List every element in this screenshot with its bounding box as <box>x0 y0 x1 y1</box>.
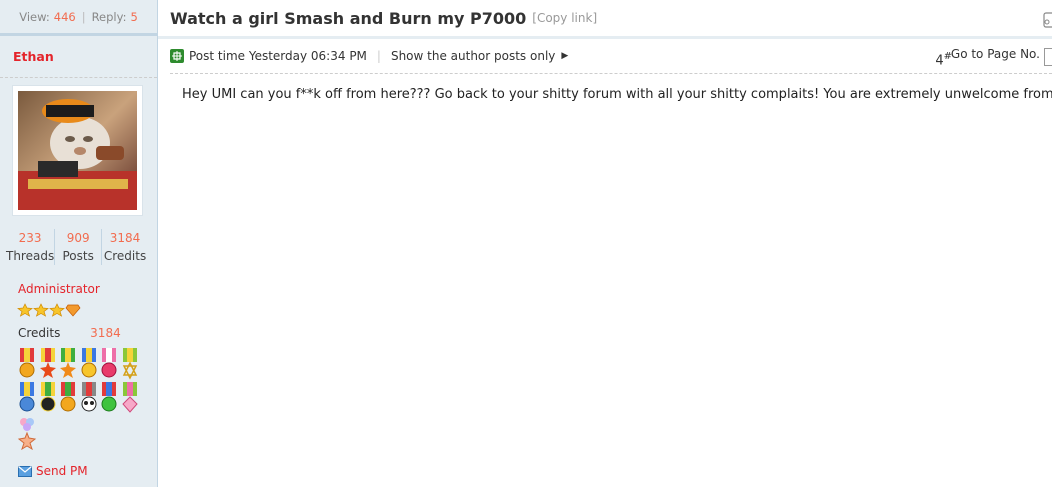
credits-count: 3184 <box>109 231 141 245</box>
medal-icon[interactable] <box>38 382 58 416</box>
view-label: View: <box>19 9 50 24</box>
send-pm-label: Send PM <box>36 464 88 478</box>
show-author-only-link[interactable]: Show the author posts only <box>391 49 555 63</box>
thread-header: Watch a girl Smash and Burn my P7000 [Co… <box>158 0 1052 39</box>
reply-count: 5 <box>130 9 138 24</box>
medal-icon[interactable] <box>58 382 78 416</box>
posts-stat[interactable]: 909 Posts <box>54 229 101 265</box>
post-time: Post time Yesterday 06:34 PM <box>189 49 367 63</box>
credits-row-value: 3184 <box>90 326 121 340</box>
medal-icon[interactable] <box>17 416 37 450</box>
view-count: 446 <box>53 9 76 24</box>
medal-icon[interactable] <box>58 348 78 382</box>
goto-page-label: Go to Page No. <box>950 47 1040 61</box>
author-name-link[interactable]: Ethan <box>13 49 54 64</box>
rank-icons <box>17 303 81 317</box>
thread-title: Watch a girl Smash and Burn my P7000 <box>170 8 527 28</box>
medal-icon[interactable] <box>99 382 119 416</box>
reply-label: Reply: <box>91 9 127 24</box>
credits-label: Credits <box>103 249 147 263</box>
stats-divider: | <box>81 9 86 24</box>
posts-count: 909 <box>66 231 90 245</box>
post-meta-icon <box>170 49 184 63</box>
send-pm-link[interactable]: Send PM <box>18 464 88 478</box>
user-group[interactable]: Administrator <box>18 282 100 296</box>
star-rank-icon <box>33 303 49 317</box>
medal-icon[interactable] <box>17 348 37 382</box>
credits-row: Credits 3184 <box>18 326 121 340</box>
medal-icon[interactable] <box>79 382 99 416</box>
medals <box>17 348 141 450</box>
medal-icon[interactable] <box>120 348 140 382</box>
author-sidebar: View: 446 | Reply: 5 Ethan 233 Threads 9… <box>0 0 158 487</box>
threads-count: 233 <box>18 231 42 245</box>
star-rank-icon <box>17 303 33 317</box>
posts-label: Posts <box>62 249 94 263</box>
post-main: Watch a girl Smash and Burn my P7000 [Co… <box>158 0 1052 487</box>
floor-value: 4 <box>935 53 944 69</box>
triangle-right-icon: ▶ <box>561 51 569 61</box>
medal-icon[interactable] <box>38 348 58 382</box>
post-meta: Post time Yesterday 06:34 PM | Show the … <box>170 39 1052 74</box>
medal-icon[interactable] <box>79 348 99 382</box>
star-rank-icon <box>49 303 65 317</box>
meta-divider: | <box>376 49 381 63</box>
diamond-rank-icon <box>65 304 81 317</box>
avatar-frame[interactable] <box>12 85 143 216</box>
copy-link-button[interactable]: [Copy link] <box>532 11 597 25</box>
author-name-row: Ethan <box>0 36 157 78</box>
credits-stat[interactable]: 3184 Credits <box>101 229 148 265</box>
medal-icon[interactable] <box>99 348 119 382</box>
medal-icon[interactable] <box>17 382 37 416</box>
credits-row-label: Credits <box>18 326 61 340</box>
floor-number[interactable]: 4# <box>935 51 952 68</box>
avatar[interactable] <box>18 91 137 210</box>
user-stats: 233 Threads 909 Posts 3184 Credits <box>6 229 148 265</box>
threads-stat[interactable]: 233 Threads <box>6 229 54 265</box>
envelope-icon <box>18 465 32 477</box>
threads-label: Threads <box>6 249 55 263</box>
thread-stats: View: 446 | Reply: 5 <box>0 0 157 36</box>
post-body: Hey UMI can you f**k off from here??? Go… <box>182 87 1052 102</box>
medal-icon[interactable] <box>120 382 140 416</box>
print-icon[interactable] <box>1043 12 1052 28</box>
goto-page-input[interactable] <box>1044 48 1052 66</box>
